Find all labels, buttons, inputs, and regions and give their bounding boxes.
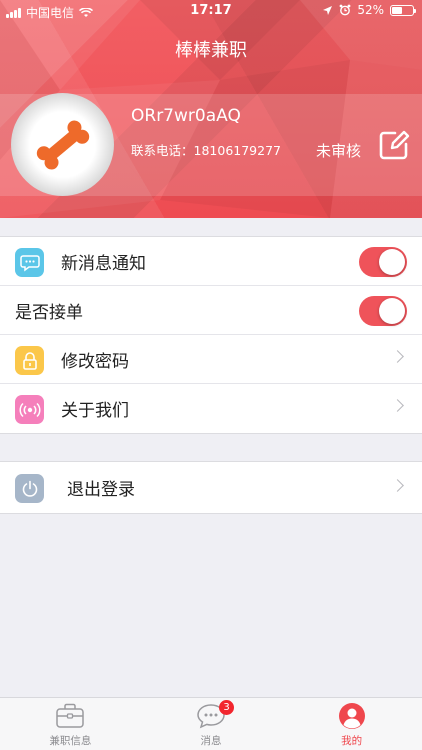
status-bar: 中国电信 17:17 52% — [0, 0, 422, 22]
tab-jobs[interactable]: 兼职信息 — [0, 698, 141, 750]
tab-messages[interactable]: 消息 — [141, 698, 282, 750]
audit-status: 未审核 — [316, 142, 362, 160]
tab-mine[interactable]: 我的 — [281, 698, 422, 750]
briefcase-icon — [55, 702, 85, 730]
broadcast-icon — [18, 402, 41, 417]
page-title: 棒棒兼职 — [175, 40, 247, 61]
chevron-right-icon — [391, 479, 404, 492]
phone-label: 联系电话： — [131, 143, 194, 158]
notify-row: 新消息通知 — [0, 237, 422, 286]
avatar[interactable] — [11, 93, 114, 196]
logout-icon-box — [15, 474, 44, 503]
battery-percent: 52% — [357, 3, 384, 17]
about-us-label: 关于我们 — [61, 401, 129, 421]
about-icon-box — [15, 395, 44, 424]
about-us-row[interactable]: 关于我们 — [0, 384, 422, 433]
change-password-row[interactable]: 修改密码 — [0, 335, 422, 384]
toggle-knob — [379, 249, 405, 275]
chat-icon — [19, 254, 40, 271]
notify-icon-box — [15, 248, 44, 277]
chevron-right-icon — [391, 399, 404, 412]
logout-group: 退出登录 — [0, 461, 422, 514]
logout-label: 退出登录 — [67, 480, 135, 500]
location-arrow-icon — [323, 5, 333, 15]
toggle-knob — [379, 298, 405, 324]
tab-messages-label: 消息 — [200, 735, 222, 747]
password-icon-box — [15, 346, 44, 375]
username: ORr7wr0aAQ — [131, 106, 241, 126]
power-icon — [22, 480, 37, 497]
accept-order-label: 是否接单 — [15, 302, 83, 323]
tab-bar: 兼职信息 消息 我的 — [0, 697, 422, 750]
tab-mine-label: 我的 — [341, 735, 363, 747]
chevron-right-icon — [391, 350, 404, 363]
lock-icon — [22, 351, 37, 370]
edit-icon — [379, 130, 410, 160]
phone-row: 联系电话：18106179277 — [131, 140, 281, 159]
change-password-label: 修改密码 — [61, 351, 129, 372]
user-icon — [337, 702, 367, 730]
battery-icon — [390, 4, 416, 16]
accept-order-toggle[interactable] — [359, 296, 407, 326]
notify-toggle[interactable] — [359, 247, 407, 277]
phone-number: 18106179277 — [193, 143, 281, 158]
profile-header: 中国电信 17:17 52% 棒棒兼职 ORr7wr0aAQ 联系电话：1810… — [0, 0, 422, 218]
edit-profile-button[interactable] — [378, 129, 410, 161]
notify-label: 新消息通知 — [61, 253, 146, 274]
alarm-clock-icon — [339, 4, 351, 16]
status-right: 52% — [322, 3, 416, 17]
logout-row[interactable]: 退出登录 — [0, 462, 422, 513]
tab-jobs-label: 兼职信息 — [49, 735, 92, 747]
message-badge: 3 — [219, 700, 234, 715]
accept-order-row: 是否接单 — [0, 286, 422, 335]
settings-group: 新消息通知 是否接单 修改密码 关于我们 — [0, 236, 422, 434]
bone-icon — [36, 120, 89, 169]
